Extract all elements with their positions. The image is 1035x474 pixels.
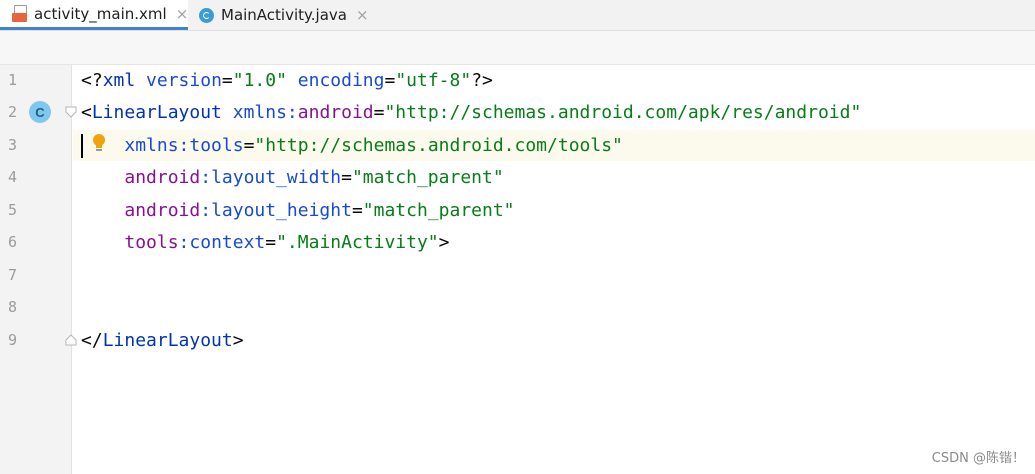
xml-declaration-close: ?>: [471, 70, 493, 91]
equals-sign: =: [351, 200, 363, 221]
tag-open-bracket: <: [81, 102, 92, 123]
attribute-value: "http://schemas.android.com/tools": [254, 135, 623, 156]
code-line-1[interactable]: <?xml version="1.0" encoding="utf-8"?>: [81, 67, 493, 95]
attribute-name: encoding: [297, 70, 385, 91]
code-line-5[interactable]: android:layout_height="match_parent": [81, 197, 515, 225]
code-line-2[interactable]: <LinearLayout xmlns:android="http://sche…: [81, 99, 861, 127]
equals-sign: =: [265, 232, 277, 253]
attribute-value: "match_parent": [351, 167, 504, 188]
attribute-name: layout_width: [211, 167, 342, 188]
attribute-name: xmlns:: [232, 102, 298, 123]
line-number: 8: [8, 298, 18, 316]
line-number: 9: [8, 331, 18, 349]
watermark: CSDN @陈锴！: [931, 451, 1025, 466]
line-number: 4: [8, 168, 18, 186]
line-number: 6: [8, 233, 18, 251]
close-tab-icon[interactable]: ×: [356, 6, 369, 24]
attribute-name: xmlns:tools: [124, 135, 244, 156]
attribute-name: context: [189, 232, 266, 253]
namespace-prefix: android: [124, 167, 201, 188]
fold-marker-icon[interactable]: [65, 106, 77, 118]
line-number: 2: [8, 103, 18, 121]
equals-sign: =: [221, 70, 233, 91]
namespace-colon: :: [178, 232, 190, 253]
java-class-icon: [199, 7, 214, 23]
equals-sign: =: [243, 135, 255, 156]
element-tag: LinearLayout: [102, 330, 233, 351]
element-tag: LinearLayout: [91, 102, 222, 123]
code-line-4[interactable]: android:layout_width="match_parent": [81, 164, 504, 192]
code-line-9[interactable]: </LinearLayout>: [81, 327, 244, 355]
attribute-value: ".MainActivity": [276, 232, 439, 253]
equals-sign: =: [341, 167, 352, 188]
tab-label: MainActivity.java: [221, 6, 347, 24]
editor-breadcrumb-strip: [0, 31, 1035, 65]
equals-sign: =: [373, 102, 385, 123]
attribute-name: layout_height: [211, 200, 352, 221]
tag-close-bracket: >: [438, 232, 450, 253]
namespace-prefix: android: [297, 102, 374, 123]
related-class-gutter-icon[interactable]: C: [29, 101, 51, 123]
equals-sign: =: [384, 70, 396, 91]
editor-tab-bar: activity_main.xml × MainActivity.java ×: [0, 0, 1035, 31]
line-number: 1: [8, 71, 18, 89]
namespace-colon: :: [200, 167, 212, 188]
line-number: 5: [8, 201, 18, 219]
xml-declaration-tag: xml: [102, 70, 136, 91]
fold-marker-icon[interactable]: [65, 334, 77, 346]
xml-file-icon: [12, 4, 28, 23]
attribute-name: version: [146, 70, 222, 91]
tab-label: activity_main.xml: [34, 4, 167, 23]
code-line-6[interactable]: tools:context=".MainActivity">: [81, 229, 450, 257]
close-tab-icon[interactable]: ×: [176, 5, 189, 23]
line-number: 7: [8, 266, 18, 284]
namespace-prefix: tools: [124, 232, 179, 253]
attribute-value: "1.0": [232, 70, 287, 91]
attribute-value: "match_parent": [362, 200, 515, 221]
line-number: 3: [8, 136, 18, 154]
tag-open-bracket: </: [81, 330, 103, 351]
tag-close-bracket: >: [232, 330, 244, 351]
attribute-value: "utf-8": [395, 70, 472, 91]
code-line-3[interactable]: xmlns:tools="http://schemas.android.com/…: [81, 132, 623, 160]
attribute-value: "http://schemas.android.com/apk/res/andr…: [384, 102, 862, 123]
tab-mainactivity-java[interactable]: MainActivity.java ×: [199, 0, 379, 30]
tab-activity-main-xml[interactable]: activity_main.xml ×: [0, 0, 188, 30]
namespace-prefix: android: [124, 200, 201, 221]
namespace-colon: :: [200, 200, 212, 221]
xml-declaration-open: <?: [81, 70, 103, 91]
